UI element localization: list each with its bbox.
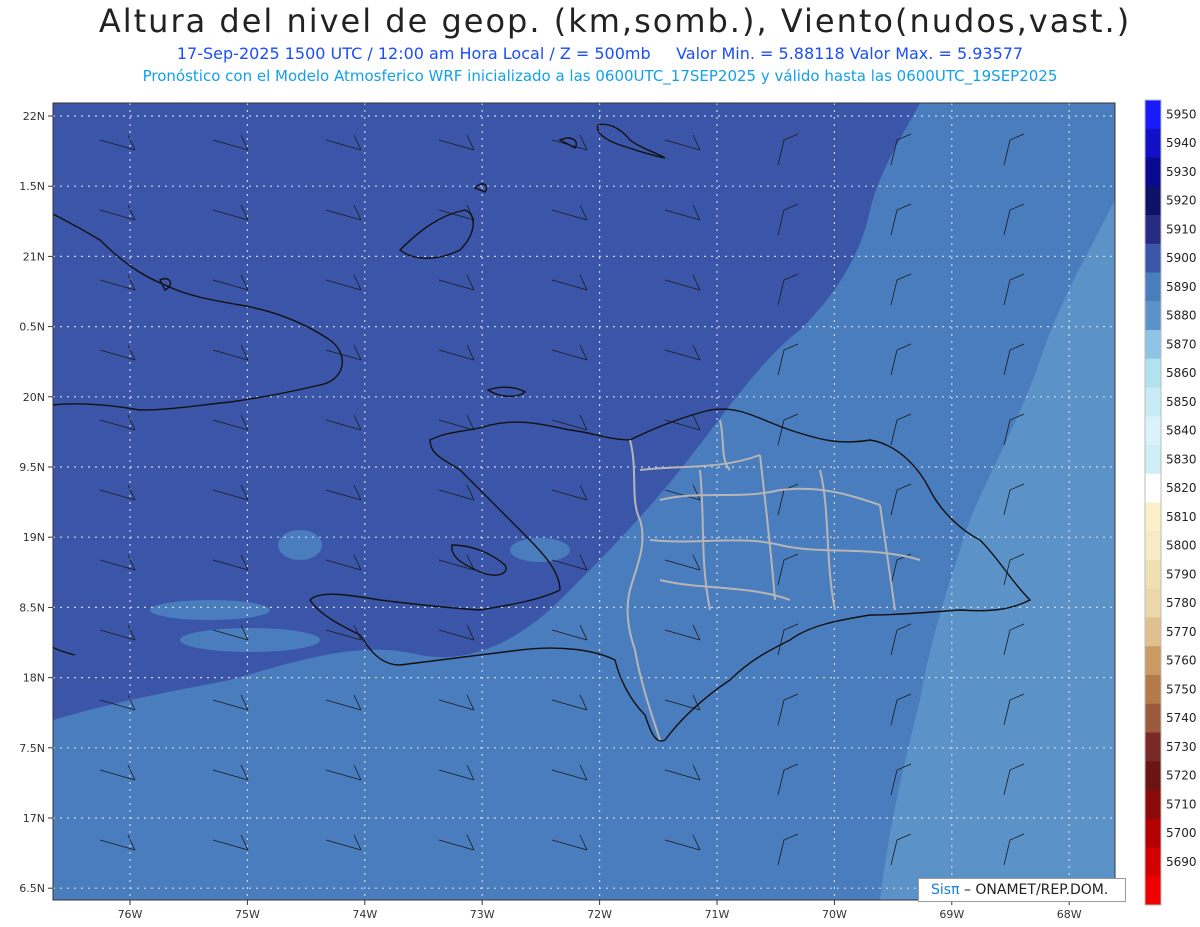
colorbar-label: 5830 — [1166, 452, 1197, 466]
colorbar-label: 5860 — [1166, 366, 1197, 380]
colorbar-label: 5810 — [1166, 510, 1197, 524]
colorbar-label: 5820 — [1166, 481, 1197, 495]
lon-label: 72W — [587, 908, 612, 921]
colorbar-swatch — [1145, 761, 1161, 791]
colorbar-swatch — [1145, 416, 1161, 446]
colorbar-label: 5780 — [1166, 596, 1197, 610]
lat-label: 8.5N — [19, 601, 45, 614]
colorbar-label: 5890 — [1166, 280, 1197, 294]
colorbar-label: 5920 — [1166, 194, 1197, 208]
colorbar-label: 5910 — [1166, 222, 1197, 236]
colorbar-label: 5880 — [1166, 309, 1197, 323]
colorbar-swatch — [1145, 358, 1161, 388]
colorbar-label: 5720 — [1166, 769, 1197, 783]
colorbar: 5950 5940 5930 5920 5910 5900 5890 5880 5870 5860… — [1144, 99, 1197, 906]
colorbar-swatch — [1145, 128, 1161, 158]
colorbar-label: 5870 — [1166, 337, 1197, 351]
colorbar-swatch — [1145, 215, 1161, 245]
colorbar-swatch — [1145, 445, 1161, 475]
colorbar-swatch — [1145, 847, 1161, 877]
colorbar-label: 5930 — [1166, 165, 1197, 179]
colorbar-swatch — [1145, 560, 1161, 590]
colorbar-swatch — [1145, 157, 1161, 187]
colorbar-swatch — [1145, 301, 1161, 331]
colorbar-label: 5850 — [1166, 395, 1197, 409]
colorbar-label: 5760 — [1166, 654, 1197, 668]
field-patch — [278, 530, 322, 560]
colorbar-swatch — [1145, 675, 1161, 705]
colorbar-label: 5740 — [1166, 711, 1197, 725]
colorbar-label: 5770 — [1166, 625, 1197, 639]
colorbar-swatch — [1145, 473, 1161, 503]
colorbar-label: 5840 — [1166, 424, 1197, 438]
colorbar-swatch — [1145, 876, 1161, 906]
lon-label: 69W — [939, 908, 964, 921]
colorbar-label: 5790 — [1166, 567, 1197, 581]
colorbar-swatch — [1145, 186, 1161, 216]
colorbar-swatch — [1145, 243, 1161, 273]
lon-label: 74W — [352, 908, 377, 921]
colorbar-swatch — [1145, 790, 1161, 820]
sispi-logo: Sisπ — [931, 882, 960, 898]
lat-label: 20N — [23, 391, 45, 404]
colorbar-swatch — [1145, 330, 1161, 360]
latitude-labels: 22N 1.5N 21N 0.5N 20N 9.5N 19N 8.5N 18N 7.5N 17N 6.… — [19, 110, 53, 895]
colorbar-swatch — [1145, 502, 1161, 532]
colorbar-label: 5800 — [1166, 539, 1197, 553]
colorbar-swatch — [1145, 646, 1161, 676]
field-patch — [95, 720, 145, 760]
lat-label: 21N — [23, 250, 45, 263]
lat-label: 1.5N — [19, 180, 45, 193]
colorbar-swatch — [1145, 531, 1161, 561]
lon-label: 71W — [705, 908, 730, 921]
colorbar-swatch — [1145, 818, 1161, 848]
lat-label: 9.5N — [19, 461, 45, 474]
colorbar-swatch — [1145, 588, 1161, 618]
lon-label: 73W — [470, 908, 495, 921]
colorbar-swatch — [1145, 272, 1161, 302]
credit-text: – ONAMET/REP.DOM. — [963, 882, 1109, 898]
colorbar-label: 5950 — [1166, 107, 1197, 121]
lon-label: 75W — [235, 908, 260, 921]
colorbar-label: 5900 — [1166, 251, 1197, 265]
colorbar-swatch — [1145, 732, 1161, 762]
lat-label: 0.5N — [19, 321, 45, 334]
field-patch — [150, 600, 270, 620]
colorbar-label: 5710 — [1166, 797, 1197, 811]
lon-label: 70W — [822, 908, 847, 921]
colorbar-swatch — [1145, 100, 1161, 130]
colorbar-swatch — [1145, 703, 1161, 733]
field-shading — [53, 103, 1115, 900]
lon-label: 76W — [118, 908, 143, 921]
longitude-labels: 76W 75W 74W 73W 72W 71W 70W 69W 68W — [118, 900, 1082, 921]
colorbar-swatch — [1145, 387, 1161, 417]
lat-label: 19N — [23, 531, 45, 544]
field-patch — [180, 628, 320, 652]
colorbar-label: 5690 — [1166, 855, 1197, 869]
lat-label: 6.5N — [19, 882, 45, 895]
colorbar-label: 5700 — [1166, 826, 1197, 840]
colorbar-label: 5750 — [1166, 682, 1197, 696]
lat-label: 22N — [23, 110, 45, 123]
lat-label: 7.5N — [19, 742, 45, 755]
credit-box: Sisπ – ONAMET/REP.DOM. — [918, 878, 1126, 902]
forecast-map: 22N 1.5N 21N 0.5N 20N 9.5N 19N 8.5N 18N 7.5N 17N 6.… — [19, 99, 1197, 921]
colorbar-label: 5940 — [1166, 136, 1197, 150]
lon-label: 68W — [1057, 908, 1082, 921]
colorbar-label: 5730 — [1166, 740, 1197, 754]
lat-label: 17N — [23, 812, 45, 825]
colorbar-swatch — [1145, 617, 1161, 647]
lat-label: 18N — [23, 672, 45, 685]
